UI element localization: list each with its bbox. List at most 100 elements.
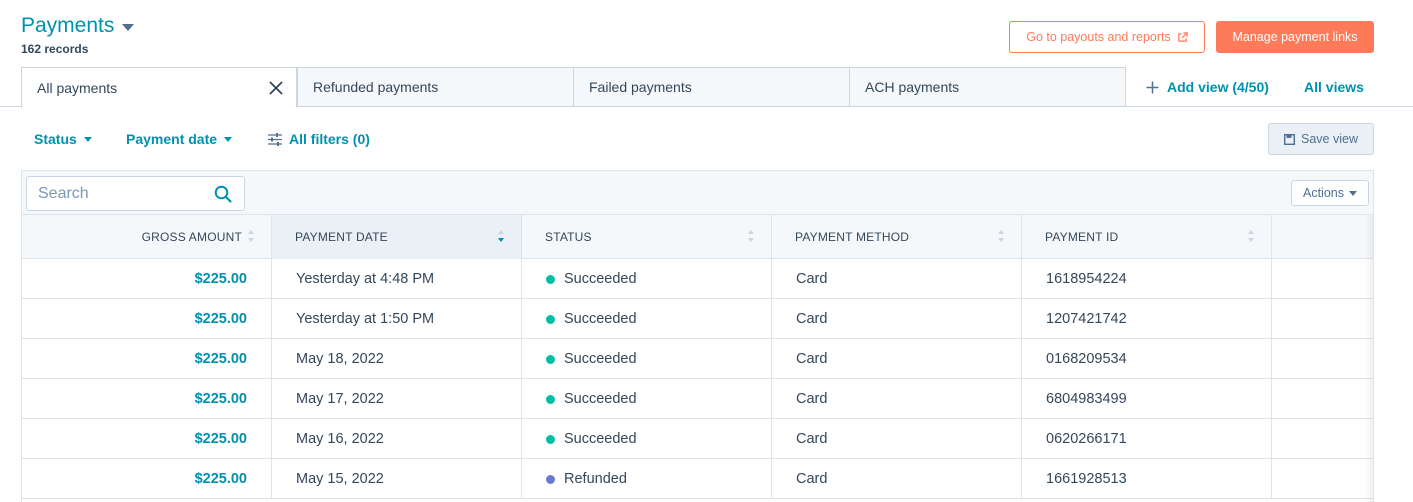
all-filters-button[interactable]: All filters (0) xyxy=(268,131,370,147)
status-dot-icon xyxy=(546,274,555,284)
search-input[interactable] xyxy=(27,177,202,210)
chevron-down-icon xyxy=(83,136,92,142)
table-header: GROSS AMOUNT PAYMENT DATE STATUS PAYMENT… xyxy=(22,215,1373,259)
empty-cell xyxy=(1272,259,1373,299)
status-filter-label: Status xyxy=(34,131,77,147)
sort-descending-icon xyxy=(498,230,504,242)
add-view-label: Add view (4/50) xyxy=(1167,79,1269,95)
column-label: PAYMENT METHOD xyxy=(795,230,910,244)
search-icon[interactable] xyxy=(214,185,232,203)
tab-refunded-payments[interactable]: Refunded payments xyxy=(297,67,574,107)
close-icon[interactable] xyxy=(268,80,284,96)
status-label: Succeeded xyxy=(564,351,637,367)
gross-amount-cell[interactable]: $225.00 xyxy=(22,299,272,339)
column-header-gross-amount[interactable]: GROSS AMOUNT xyxy=(22,215,272,259)
go-to-payouts-label: Go to payouts and reports xyxy=(1026,30,1171,44)
payment-id-cell: 0620266171 xyxy=(1022,419,1272,459)
payment-id-cell: 6804983499 xyxy=(1022,379,1272,419)
empty-cell xyxy=(1272,379,1373,419)
payment-method-cell: Card xyxy=(772,259,1022,299)
column-header-payment-method[interactable]: PAYMENT METHOD xyxy=(772,215,1022,259)
tab-ach-payments[interactable]: ACH payments xyxy=(849,67,1126,107)
status-label: Succeeded xyxy=(564,431,637,447)
actions-dropdown[interactable]: Actions xyxy=(1291,180,1369,206)
record-count: 162 records xyxy=(21,42,89,56)
table-row[interactable]: $225.00 May 17, 2022 Succeeded Card 6804… xyxy=(22,379,1373,419)
payment-date-filter-label: Payment date xyxy=(126,131,218,147)
column-header-status[interactable]: STATUS xyxy=(522,215,772,259)
payment-date-cell: Yesterday at 1:50 PM xyxy=(272,299,522,339)
gross-amount-cell[interactable]: $225.00 xyxy=(22,259,272,299)
manage-payment-links-button[interactable]: Manage payment links xyxy=(1216,21,1374,53)
payment-date-filter[interactable]: Payment date xyxy=(126,131,233,147)
column-header-empty xyxy=(1272,215,1373,259)
plus-icon xyxy=(1146,81,1159,93)
empty-cell xyxy=(1272,299,1373,339)
save-view-button[interactable]: Save view xyxy=(1268,123,1374,155)
status-cell: Succeeded xyxy=(522,379,772,419)
external-link-icon xyxy=(1177,31,1188,42)
empty-cell xyxy=(1272,459,1373,499)
column-header-payment-id[interactable]: PAYMENT ID xyxy=(1022,215,1272,259)
empty-cell xyxy=(1272,419,1373,459)
payments-table: Actions GROSS AMOUNT PAYMENT DATE STATUS… xyxy=(21,170,1374,502)
status-dot-icon xyxy=(546,354,555,364)
tab-label: Failed payments xyxy=(589,79,692,95)
chevron-down-icon xyxy=(224,136,233,142)
table-row[interactable]: $225.00 Yesterday at 4:48 PM Succeeded C… xyxy=(22,259,1373,299)
all-views-link[interactable]: All views xyxy=(1304,79,1364,95)
status-label: Succeeded xyxy=(564,271,637,287)
table-row[interactable]: $225.00 Yesterday at 1:50 PM Succeeded C… xyxy=(22,299,1373,339)
payment-id-cell: 1661928513 xyxy=(1022,459,1272,499)
payment-id-cell: 0168209534 xyxy=(1022,339,1272,379)
gross-amount-cell[interactable]: $225.00 xyxy=(22,379,272,419)
table-row[interactable]: $225.00 May 16, 2022 Succeeded Card 0620… xyxy=(22,419,1373,459)
empty-cell xyxy=(1272,339,1373,379)
tab-failed-payments[interactable]: Failed payments xyxy=(573,67,850,107)
table-row[interactable]: $225.00 May 15, 2022 Refunded Card 16619… xyxy=(22,459,1373,499)
status-cell: Succeeded xyxy=(522,419,772,459)
status-dot-icon xyxy=(546,474,555,484)
table-body: $225.00 Yesterday at 4:48 PM Succeeded C… xyxy=(22,259,1373,499)
go-to-payouts-button[interactable]: Go to payouts and reports xyxy=(1009,21,1205,53)
chevron-down-icon xyxy=(122,23,135,31)
payment-date-cell: May 18, 2022 xyxy=(272,339,522,379)
table-row[interactable]: $225.00 May 18, 2022 Succeeded Card 0168… xyxy=(22,339,1373,379)
status-cell: Succeeded xyxy=(522,259,772,299)
tab-label: ACH payments xyxy=(865,79,960,95)
payment-method-cell: Card xyxy=(772,299,1022,339)
add-view-button[interactable]: Add view (4/50) xyxy=(1146,79,1269,95)
payment-method-cell: Card xyxy=(772,419,1022,459)
tab-all-payments[interactable]: All payments xyxy=(21,67,297,108)
payment-method-cell: Card xyxy=(772,379,1022,419)
all-filters-label: All filters (0) xyxy=(289,131,370,147)
actions-label: Actions xyxy=(1303,186,1344,200)
save-view-label: Save view xyxy=(1301,132,1358,146)
status-label: Refunded xyxy=(564,471,627,487)
payment-date-cell: May 17, 2022 xyxy=(272,379,522,419)
payment-method-cell: Card xyxy=(772,459,1022,499)
status-label: Succeeded xyxy=(564,311,637,327)
status-label: Succeeded xyxy=(564,391,637,407)
status-cell: Succeeded xyxy=(522,299,772,339)
status-cell: Succeeded xyxy=(522,339,772,379)
tab-label: All payments xyxy=(37,79,118,96)
status-dot-icon xyxy=(546,434,555,444)
gross-amount-cell[interactable]: $225.00 xyxy=(22,339,272,379)
sort-icon xyxy=(248,230,254,242)
payment-date-cell: May 15, 2022 xyxy=(272,459,522,499)
gross-amount-cell[interactable]: $225.00 xyxy=(22,459,272,499)
page-title-dropdown[interactable]: Payments xyxy=(21,14,135,38)
tab-label: Refunded payments xyxy=(313,79,439,95)
status-dot-icon xyxy=(546,394,555,404)
status-filter[interactable]: Status xyxy=(34,131,92,147)
status-dot-icon xyxy=(546,314,555,324)
column-label: GROSS AMOUNT xyxy=(141,230,242,244)
payment-id-cell: 1207421742 xyxy=(1022,299,1272,339)
column-header-payment-date[interactable]: PAYMENT DATE xyxy=(272,215,522,259)
payment-id-cell: 1618954224 xyxy=(1022,259,1272,299)
table-toolbar: Actions xyxy=(22,171,1373,215)
sort-icon xyxy=(748,230,754,242)
gross-amount-cell[interactable]: $225.00 xyxy=(22,419,272,459)
page-header: Payments 162 records xyxy=(21,14,135,56)
